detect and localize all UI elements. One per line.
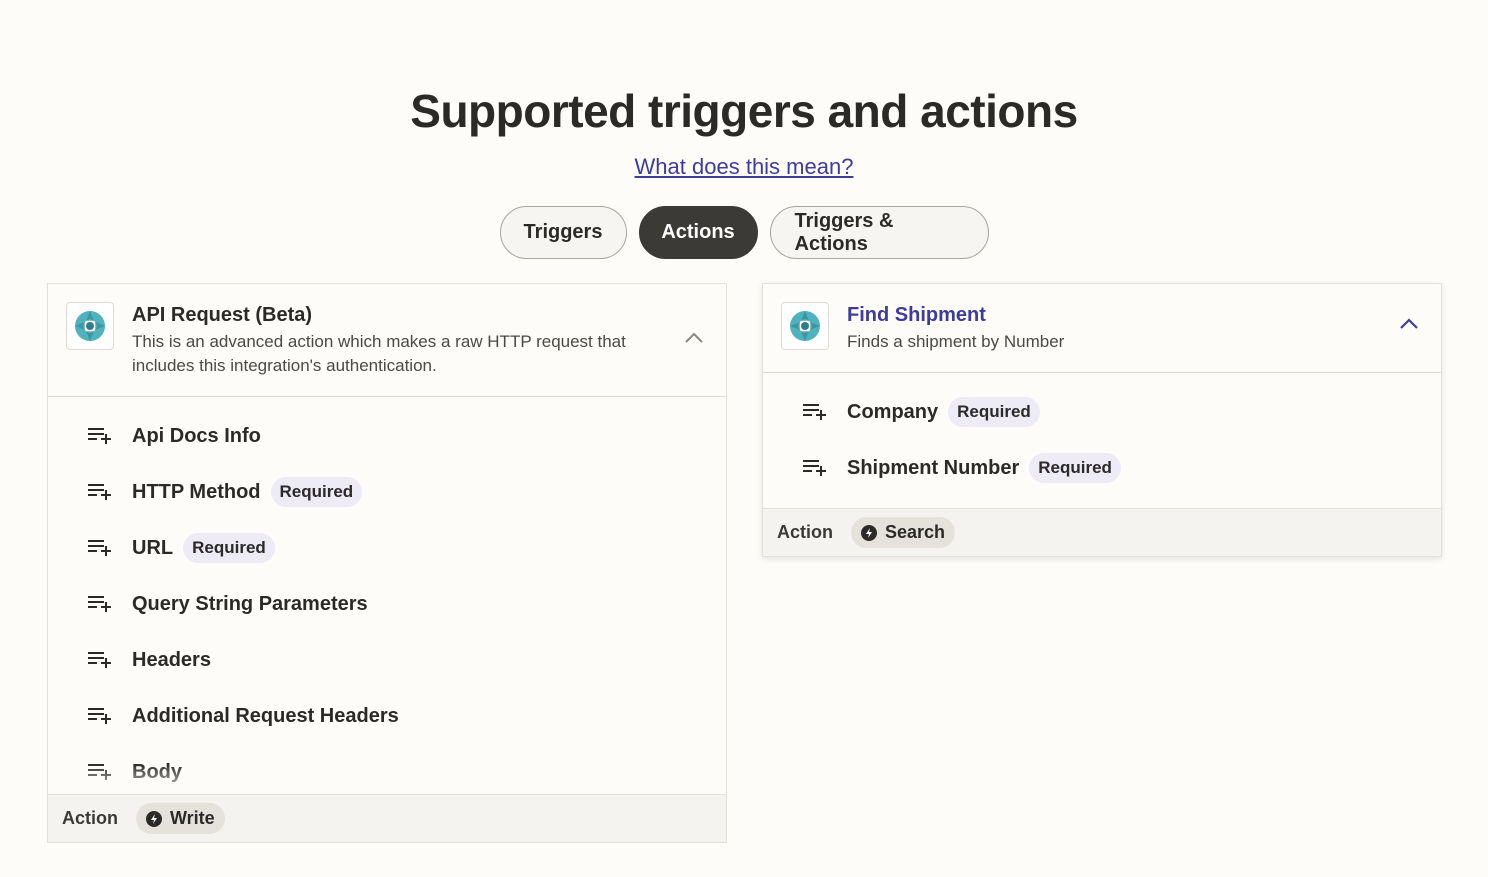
list-item: Shipment Number Required	[801, 453, 1121, 483]
field-label: Headers	[132, 648, 211, 671]
list-item: URL Required	[86, 533, 275, 563]
app-logo	[66, 302, 114, 350]
required-badge: Required	[1029, 453, 1121, 483]
required-badge: Required	[948, 397, 1040, 427]
playlist-add-icon	[88, 484, 111, 500]
list-item: HTTP Method Required	[86, 477, 363, 507]
playlist-add-icon	[803, 404, 826, 420]
card-header[interactable]: API Request (Beta) This is an advanced a…	[48, 284, 726, 397]
list-item: Query String Parameters	[86, 589, 368, 619]
action-card-api-request: API Request (Beta) This is an advanced a…	[47, 283, 727, 843]
tab-actions[interactable]: Actions	[638, 206, 758, 259]
lifebuoy-logo-icon	[790, 311, 820, 341]
page-title: Supported triggers and actions	[410, 85, 1078, 137]
app-logo	[781, 302, 829, 350]
list-item: Api Docs Info	[86, 421, 261, 451]
field-label: Shipment Number	[847, 456, 1020, 479]
tab-triggers[interactable]: Triggers	[499, 206, 627, 259]
field-label: HTTP Method	[132, 480, 261, 503]
card-description: This is an advanced action which makes a…	[132, 332, 626, 375]
action-type-label: Action	[777, 522, 833, 542]
bolt-icon	[146, 810, 162, 827]
list-item: Body	[86, 757, 182, 787]
card-footer: Action Search	[763, 508, 1441, 556]
playlist-add-icon	[88, 764, 111, 780]
bolt-icon	[861, 524, 877, 541]
action-type-pill: Write	[136, 803, 225, 834]
field-label: Additional Request Headers	[132, 704, 399, 727]
action-type-pill: Search	[851, 517, 956, 548]
playlist-add-icon	[803, 460, 826, 476]
action-type-value: Write	[170, 808, 215, 828]
action-card-find-shipment: Find Shipment Finds a shipment by Number…	[762, 283, 1442, 557]
card-footer: Action Write	[48, 794, 726, 842]
chevron-up-icon[interactable]	[1397, 312, 1421, 336]
field-label: Api Docs Info	[132, 424, 261, 447]
playlist-add-icon	[88, 540, 111, 556]
chevron-up-icon[interactable]	[682, 326, 706, 350]
tab-triggers-and-actions[interactable]: Triggers & Actions	[769, 206, 989, 259]
field-label: Body	[132, 760, 182, 783]
playlist-add-icon	[88, 708, 111, 724]
tab-bar: Triggers Actions Triggers & Actions	[0, 206, 1488, 259]
help-link-wrapper: What does this mean?	[0, 154, 1488, 180]
action-type-value: Search	[885, 522, 946, 542]
field-label: URL	[132, 536, 174, 559]
card-description: Finds a shipment by Number	[847, 332, 1065, 351]
lifebuoy-logo-icon	[75, 311, 105, 341]
action-type-label: Action	[62, 808, 118, 828]
list-item: Additional Request Headers	[86, 701, 399, 731]
field-label: Query String Parameters	[132, 592, 368, 615]
card-title[interactable]: Find Shipment	[847, 304, 986, 327]
what-does-this-mean-link[interactable]: What does this mean?	[635, 154, 854, 179]
required-badge: Required	[183, 533, 275, 563]
card-title: API Request (Beta)	[132, 304, 313, 326]
card-header[interactable]: Find Shipment Finds a shipment by Number	[763, 284, 1441, 373]
field-label: Company	[847, 400, 939, 423]
playlist-add-icon	[88, 428, 111, 444]
required-badge: Required	[270, 477, 363, 507]
list-item: Company Required	[801, 397, 1040, 427]
playlist-add-icon	[88, 652, 111, 668]
playlist-add-icon	[88, 596, 111, 612]
list-item: Headers	[86, 645, 211, 675]
